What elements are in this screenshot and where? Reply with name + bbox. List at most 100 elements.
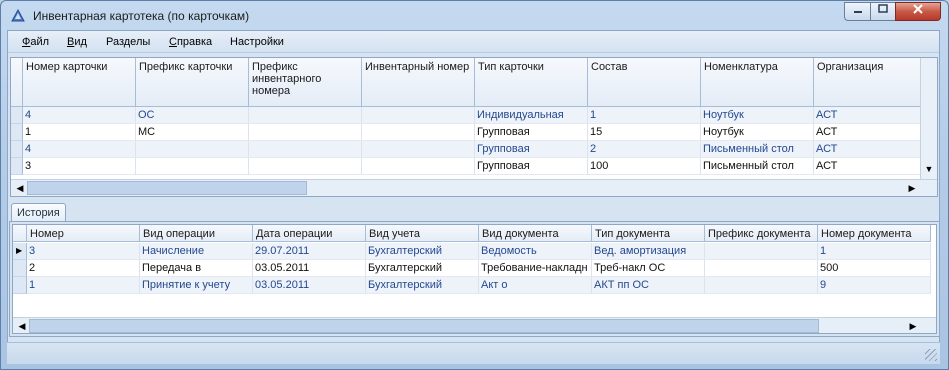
- resize-grip-icon[interactable]: [925, 349, 937, 361]
- column-header[interactable]: Вид операции: [140, 225, 253, 242]
- menu-view[interactable]: Вид: [67, 36, 87, 48]
- history-scroll-thumb[interactable]: [29, 319, 819, 333]
- table-cell[interactable]: Принятие к учету: [140, 277, 253, 294]
- column-header[interactable]: Номер карточки: [23, 58, 136, 107]
- row-selector[interactable]: [13, 260, 27, 277]
- menu-help[interactable]: Справка: [169, 36, 212, 48]
- table-cell[interactable]: Групповая: [475, 158, 588, 175]
- row-selector[interactable]: [11, 141, 23, 158]
- table-cell[interactable]: АСТ: [814, 158, 927, 175]
- minimize-button[interactable]: [844, 2, 871, 21]
- table-cell[interactable]: [362, 107, 475, 124]
- table-cell[interactable]: Письменный стол: [701, 141, 814, 158]
- row-selector[interactable]: [11, 107, 23, 124]
- column-header[interactable]: Префикс документа: [705, 225, 818, 242]
- table-cell[interactable]: 500: [818, 260, 931, 277]
- table-cell[interactable]: 2: [27, 260, 140, 277]
- column-header[interactable]: Номер документа: [818, 225, 931, 242]
- table-cell[interactable]: 9: [818, 277, 931, 294]
- table-cell[interactable]: Требование-накладн: [479, 260, 592, 277]
- table-cell[interactable]: 29.07.2011: [253, 243, 366, 260]
- cards-vertical-scrollbar[interactable]: ▼: [920, 58, 937, 179]
- table-cell[interactable]: Начисление: [140, 243, 253, 260]
- scroll-left-icon[interactable]: ◀: [13, 181, 27, 195]
- table-cell[interactable]: 03.05.2011: [253, 260, 366, 277]
- table-cell[interactable]: МС: [136, 124, 249, 141]
- scroll-left-icon[interactable]: ◀: [15, 319, 29, 333]
- cards-scroll-thumb[interactable]: [27, 181, 307, 195]
- table-cell[interactable]: 1: [23, 124, 136, 141]
- column-header[interactable]: Вид учета: [366, 225, 479, 242]
- table-cell[interactable]: Передача в: [140, 260, 253, 277]
- table-cell[interactable]: [705, 243, 818, 260]
- menu-sections[interactable]: Разделы: [106, 36, 150, 48]
- table-cell[interactable]: Бухгалтерский: [366, 243, 479, 260]
- table-cell[interactable]: АСТ: [814, 141, 927, 158]
- menu-file[interactable]: Файл: [22, 36, 49, 48]
- scroll-down-icon[interactable]: ▼: [922, 162, 936, 176]
- column-header[interactable]: Вид документа: [479, 225, 592, 242]
- table-cell[interactable]: Индивидуальная: [475, 107, 588, 124]
- table-cell[interactable]: АСТ: [814, 107, 927, 124]
- table-cell[interactable]: [362, 124, 475, 141]
- table-cell[interactable]: АКТ пп ОС: [592, 277, 705, 294]
- column-header[interactable]: Тип документа: [592, 225, 705, 242]
- maximize-button[interactable]: [870, 2, 896, 21]
- table-cell[interactable]: АСТ: [814, 124, 927, 141]
- table-cell[interactable]: 100: [588, 158, 701, 175]
- scroll-right-icon[interactable]: ▶: [906, 319, 920, 333]
- column-header[interactable]: Номер: [27, 225, 140, 242]
- column-header[interactable]: Дата операции: [253, 225, 366, 242]
- table-cell[interactable]: [136, 141, 249, 158]
- column-header[interactable]: Префикс инвентарного номера: [249, 58, 362, 107]
- table-cell[interactable]: Бухгалтерский: [366, 260, 479, 277]
- table-cell[interactable]: [136, 158, 249, 175]
- table-cell[interactable]: 4: [23, 107, 136, 124]
- column-header[interactable]: Инвентарный номер: [362, 58, 475, 107]
- row-selector[interactable]: [13, 277, 27, 294]
- row-selector[interactable]: [11, 158, 23, 175]
- table-cell[interactable]: 1: [588, 107, 701, 124]
- column-header[interactable]: Состав: [588, 58, 701, 107]
- table-cell[interactable]: 3: [23, 158, 136, 175]
- row-selector[interactable]: [11, 124, 23, 141]
- column-header[interactable]: Номенклатура: [701, 58, 814, 107]
- column-header[interactable]: Тип карточки: [475, 58, 588, 107]
- table-cell[interactable]: ОС: [136, 107, 249, 124]
- table-cell[interactable]: [705, 277, 818, 294]
- table-cell[interactable]: Групповая: [475, 124, 588, 141]
- history-horizontal-scrollbar[interactable]: ◀ ▶: [13, 317, 936, 333]
- table-cell[interactable]: Ведомость: [479, 243, 592, 260]
- table-cell[interactable]: [362, 141, 475, 158]
- table-cell[interactable]: Ноутбук: [701, 107, 814, 124]
- cards-horizontal-scrollbar[interactable]: ◀ ▶: [11, 179, 937, 196]
- column-header[interactable]: Префикс карточки: [136, 58, 249, 107]
- table-cell[interactable]: 2: [588, 141, 701, 158]
- table-cell[interactable]: [705, 260, 818, 277]
- table-cell[interactable]: Письменный стол: [701, 158, 814, 175]
- column-header[interactable]: Организация: [814, 58, 927, 107]
- table-cell[interactable]: Акт о: [479, 277, 592, 294]
- table-cell[interactable]: [362, 158, 475, 175]
- table-cell[interactable]: 15: [588, 124, 701, 141]
- table-cell[interactable]: 03.05.2011: [253, 277, 366, 294]
- table-cell[interactable]: 1: [818, 243, 931, 260]
- table-cell[interactable]: 3: [27, 243, 140, 260]
- tab-history[interactable]: История: [11, 203, 66, 222]
- title-bar[interactable]: Инвентарная картотека (по карточкам): [1, 1, 948, 31]
- table-cell[interactable]: Групповая: [475, 141, 588, 158]
- row-selector[interactable]: ▶: [13, 243, 27, 260]
- table-cell[interactable]: [249, 124, 362, 141]
- close-button[interactable]: [895, 2, 941, 21]
- table-cell[interactable]: [249, 107, 362, 124]
- menu-settings[interactable]: Настройки: [230, 36, 284, 48]
- table-cell[interactable]: Треб-накл ОС: [592, 260, 705, 277]
- table-cell[interactable]: [249, 141, 362, 158]
- table-cell[interactable]: [249, 158, 362, 175]
- table-cell[interactable]: 1: [27, 277, 140, 294]
- table-cell[interactable]: 4: [23, 141, 136, 158]
- table-cell[interactable]: Ноутбук: [701, 124, 814, 141]
- table-cell[interactable]: Бухгалтерский: [366, 277, 479, 294]
- scroll-right-icon[interactable]: ▶: [905, 181, 919, 195]
- table-cell[interactable]: Вед. амортизация: [592, 243, 705, 260]
